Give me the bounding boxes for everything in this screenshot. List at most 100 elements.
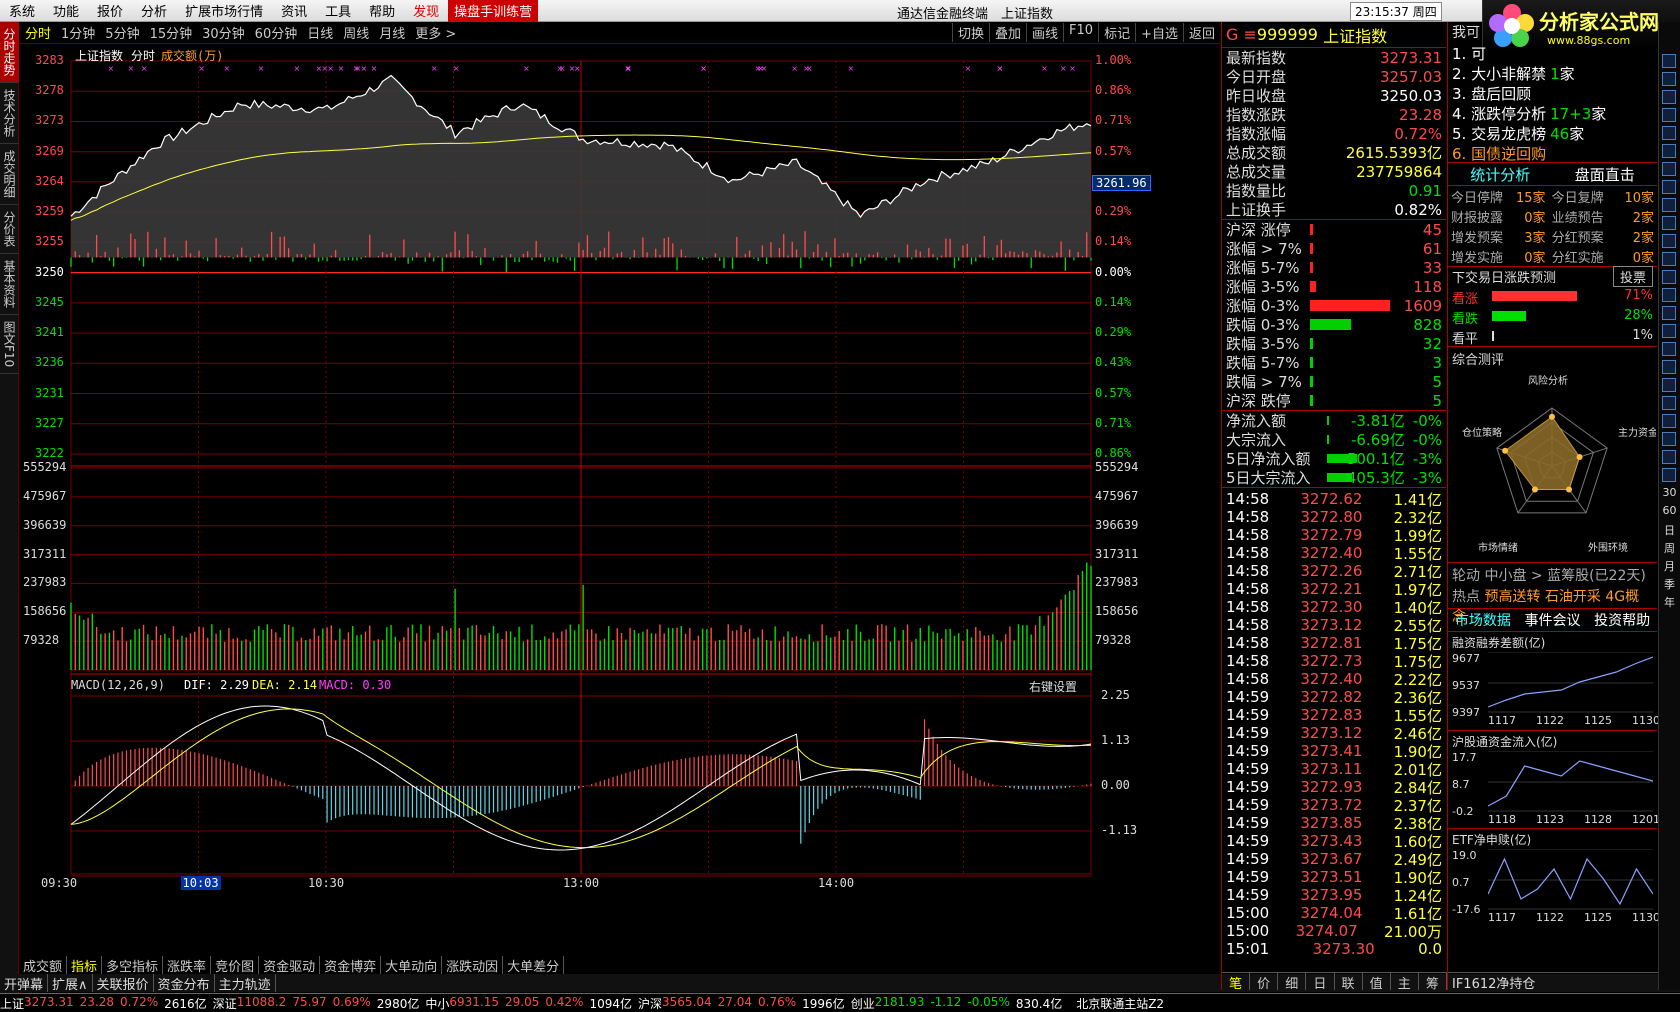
tab-related[interactable]: 关联报价	[93, 974, 154, 993]
tick-row[interactable]: 14:59 3273.11 2.01亿	[1222, 760, 1446, 779]
tick-list[interactable]: 14:58 3272.62 1.41亿 14:58 3272.80 2.32亿 14:58 3…	[1222, 487, 1446, 958]
tick-row[interactable]: 14:59 3273.41 1.90亿	[1222, 742, 1446, 761]
tab-up-down-rate[interactable]: 涨跌率	[163, 956, 212, 975]
quote-tab[interactable]: 主	[1391, 973, 1419, 992]
feature-item[interactable]: 1. 可	[1448, 42, 1657, 63]
event-stat-value[interactable]: 15家	[1504, 187, 1546, 206]
tab-fund-drive[interactable]: 资金驱动	[259, 956, 321, 975]
feature-item[interactable]: 4. 涨跌停分析 17+3家	[1448, 102, 1657, 123]
event-stat-value[interactable]: 2家	[1617, 227, 1654, 246]
tick-row[interactable]: 14:58 3272.40 1.55亿	[1222, 544, 1446, 563]
quote-tab[interactable]: 联	[1335, 973, 1363, 992]
tool-icon[interactable]	[1662, 396, 1676, 410]
tab-long-short[interactable]: 多空指标	[102, 956, 164, 975]
tick-row[interactable]: 14:59 3272.93 2.84亿	[1222, 778, 1446, 797]
tick-row[interactable]: 15:00 3274.07 21.00万	[1222, 922, 1446, 941]
tool-icon[interactable]	[1662, 378, 1676, 392]
event-stat-value[interactable]: 3家	[1504, 227, 1545, 246]
tab-change-cause[interactable]: 涨跌动因	[442, 956, 504, 975]
event-stat-value[interactable]: 0家	[1617, 247, 1654, 266]
left-tab-price-table[interactable]: 分价表	[0, 205, 19, 254]
menu-training[interactable]: 操盘手训练营	[448, 0, 539, 22]
period-shortcut[interactable]: 月	[1659, 558, 1680, 576]
period-shortcut[interactable]: 日	[1659, 522, 1680, 540]
period-intraday[interactable]: 分时	[20, 23, 56, 42]
tick-row[interactable]: 14:59 3273.51 1.90亿	[1222, 868, 1446, 887]
tick-row[interactable]: 15:01 3273.30 0.0	[1222, 940, 1446, 958]
quote-tab[interactable]: 细	[1278, 973, 1307, 992]
tool-icon[interactable]	[1662, 432, 1676, 446]
overlay-button[interactable]: 叠加	[989, 23, 1026, 42]
period-30m[interactable]: 30分钟	[197, 23, 250, 42]
period-5m[interactable]: 5分钟	[100, 23, 144, 42]
period-month[interactable]: 月线	[374, 23, 410, 42]
tick-row[interactable]: 14:58 3272.26 2.71亿	[1222, 562, 1446, 581]
quote-tab[interactable]: 筹	[1419, 973, 1447, 992]
tick-row[interactable]: 15:00 3274.04 1.61亿	[1222, 904, 1446, 923]
left-tab-trades[interactable]: 成交明细	[0, 144, 19, 205]
tab-indicator[interactable]: 指标	[67, 956, 103, 975]
intraday-chart[interactable]: × × × × × × × × × × × × × × × × × × × × × × × × × × × × × × × × × × × × × × × ×…	[19, 44, 1220, 964]
menu-system[interactable]: 系统	[0, 1, 44, 20]
tool-icon[interactable]	[1662, 72, 1676, 86]
f10-button[interactable]: F10	[1063, 23, 1098, 42]
tool-icon[interactable]	[1662, 54, 1676, 68]
menu-info[interactable]: 资讯	[272, 1, 316, 20]
tab-auction[interactable]: 竞价图	[211, 956, 260, 975]
menu-quote[interactable]: 报价	[88, 1, 132, 20]
quote-tab[interactable]: 值	[1363, 973, 1391, 992]
tab-market-data[interactable]: 市场数据	[1455, 610, 1511, 630]
tab-main-track[interactable]: 主力轨迹	[215, 974, 276, 993]
tool-icon[interactable]	[1662, 234, 1676, 248]
tool-icon[interactable]	[1662, 198, 1676, 212]
period-shortcut[interactable]: 30	[1659, 486, 1680, 504]
tool-icon[interactable]	[1662, 360, 1676, 374]
tick-row[interactable]: 14:58 3272.80 2.32亿	[1222, 508, 1446, 527]
tool-icon[interactable]	[1662, 180, 1676, 194]
event-stat-value[interactable]: 0家	[1504, 207, 1545, 226]
period-more[interactable]: 更多 >	[410, 23, 461, 42]
tool-icon[interactable]	[1662, 90, 1676, 104]
menu-help[interactable]: 帮助	[360, 1, 404, 20]
event-stat-value[interactable]: 0家	[1504, 247, 1545, 266]
quote-tab[interactable]: 价	[1250, 973, 1279, 992]
tab-turnover[interactable]: 成交额	[19, 956, 68, 975]
tick-row[interactable]: 14:58 3272.73 1.75亿	[1222, 652, 1446, 671]
left-tab-fundamentals[interactable]: 基本资料	[0, 254, 19, 315]
tool-icon[interactable]	[1662, 162, 1676, 176]
feature-item[interactable]: 3. 盘后回顾	[1448, 82, 1657, 103]
tool-icon[interactable]	[1662, 342, 1676, 356]
period-shortcut[interactable]: 60	[1659, 504, 1680, 522]
tool-icon[interactable]	[1662, 270, 1676, 284]
period-1m[interactable]: 1分钟	[56, 23, 100, 42]
vote-button[interactable]: 投票	[1612, 266, 1653, 287]
quote-tab[interactable]: 日	[1306, 973, 1335, 992]
tick-row[interactable]: 14:58 3273.12 2.55亿	[1222, 616, 1446, 635]
tab-market-view[interactable]: 盘面直击	[1575, 164, 1635, 185]
tab-extend[interactable]: 扩展∧	[48, 974, 93, 993]
tick-row[interactable]: 14:58 3272.62 1.41亿	[1222, 490, 1446, 509]
tick-row[interactable]: 14:59 3273.12 2.46亿	[1222, 724, 1446, 743]
tick-row[interactable]: 14:59 3273.95 1.24亿	[1222, 886, 1446, 905]
tool-icon[interactable]	[1662, 306, 1676, 320]
tick-row[interactable]: 14:59 3272.82 2.36亿	[1222, 688, 1446, 707]
tab-events[interactable]: 事件会议	[1524, 610, 1580, 630]
feature-item[interactable]: 2. 大小非解禁 1家	[1448, 62, 1657, 83]
add-watchlist-button[interactable]: +自选	[1135, 23, 1183, 42]
feature-item[interactable]: 5. 交易龙虎榜 46家	[1448, 122, 1657, 143]
left-tab-f10[interactable]: 图文F10	[0, 315, 19, 375]
draw-line-button[interactable]: 画线	[1026, 23, 1063, 42]
tick-row[interactable]: 14:59 3273.67 2.49亿	[1222, 850, 1446, 869]
macd-setting-button[interactable]: 右键设置	[1029, 678, 1077, 695]
period-day[interactable]: 日线	[302, 23, 338, 42]
menu-function[interactable]: 功能	[44, 1, 88, 20]
feature-item[interactable]: 6. 国债逆回购	[1448, 142, 1657, 163]
menu-discover[interactable]: 发现	[404, 1, 448, 20]
period-week[interactable]: 周线	[338, 23, 374, 42]
hot-topic-1[interactable]: 预高送转	[1484, 589, 1540, 605]
tick-row[interactable]: 14:58 3272.40 2.22亿	[1222, 670, 1446, 689]
tool-icon[interactable]	[1662, 468, 1676, 482]
period-60m[interactable]: 60分钟	[250, 23, 303, 42]
period-15m[interactable]: 15分钟	[145, 23, 198, 42]
tab-help[interactable]: 投资帮助	[1594, 610, 1650, 630]
